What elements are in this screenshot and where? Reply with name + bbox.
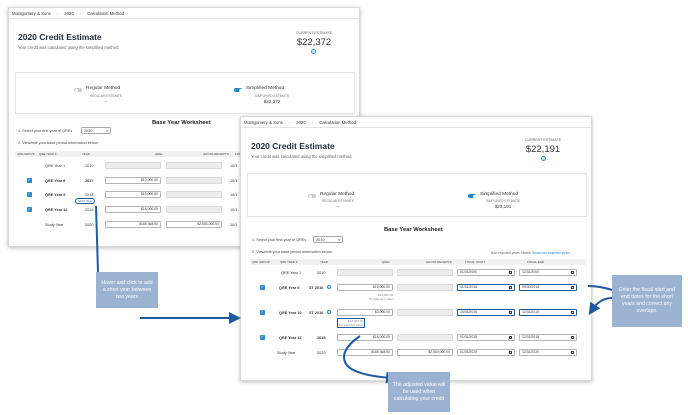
arrow-adjusted-value bbox=[343, 335, 398, 384]
callout-fiscal-dates: Enter the fiscal start and end dates for… bbox=[612, 275, 682, 327]
arrow-dates-upper bbox=[587, 285, 613, 291]
annotation-arrows bbox=[95, 205, 613, 384]
arrow-hover-to-back bbox=[95, 205, 99, 273]
callout-hover-short-year: Hover and click to add a short year betw… bbox=[96, 272, 158, 308]
callout-adjusted-value: The adjusted value will be used when cal… bbox=[388, 372, 450, 412]
arrow-dates-lower bbox=[588, 297, 613, 315]
